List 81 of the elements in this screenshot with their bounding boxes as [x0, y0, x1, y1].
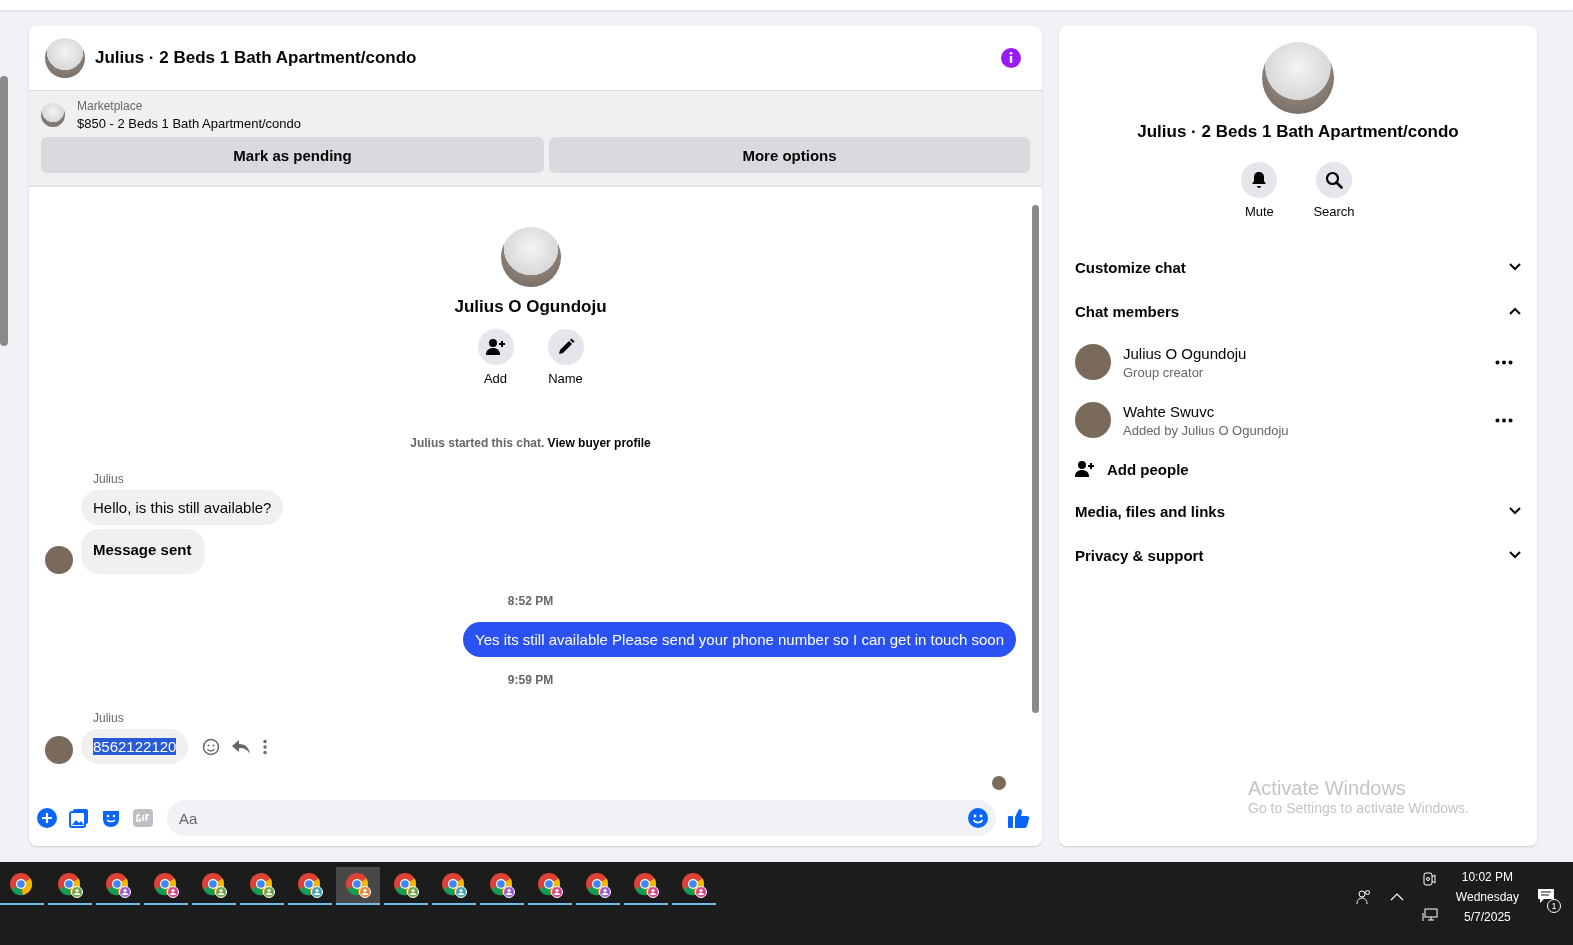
message-bubble: Message sent	[81, 529, 206, 574]
listing-title: $850 - 2 Beds 1 Bath Apartment/condo	[77, 116, 302, 131]
camera-icon[interactable]	[1421, 872, 1436, 886]
browser-icon	[441, 872, 467, 898]
more-icon[interactable]	[1495, 417, 1513, 423]
notification-count: 1	[1547, 898, 1561, 913]
sender-name: Julius	[93, 711, 124, 725]
browser-icon	[537, 872, 563, 898]
action-label: Search	[1313, 204, 1355, 219]
read-receipt-avatar	[992, 776, 1006, 790]
more-icon[interactable]	[1495, 359, 1513, 365]
timestamp: 8:52 PM	[507, 594, 554, 608]
add-person-icon	[485, 338, 506, 356]
buyer-profile-link[interactable]: View buyer profile	[547, 436, 651, 450]
image-icon[interactable]	[69, 808, 89, 828]
avatar	[1075, 402, 1111, 438]
browser-icon	[681, 872, 707, 898]
member-role: Added by Julius O Ogundoju	[1123, 422, 1290, 438]
action-label: Mute	[1244, 204, 1274, 219]
section-header[interactable]: Media, files and links	[1075, 489, 1521, 533]
search-button[interactable]	[1316, 162, 1352, 198]
browser-icon	[489, 872, 515, 898]
browser-icon	[585, 872, 611, 898]
thumbs-up-icon[interactable]	[1008, 808, 1030, 828]
conversation-title: Julius · 2 Beds 1 Bath Apartment/condo	[95, 48, 418, 68]
clock[interactable]: 10:02 PM Wednesday 5/7/2025	[1455, 870, 1519, 924]
activation-text: Go to Settings to activate Windows.	[1248, 800, 1470, 816]
member-name: Julius O Ogundoju	[1123, 344, 1248, 362]
browser-icon	[9, 872, 35, 898]
sticker-icon[interactable]	[101, 808, 121, 828]
member-role: Group creator	[1123, 364, 1205, 380]
browser-icon	[297, 872, 323, 898]
emoji-icon[interactable]	[968, 808, 988, 828]
browser-icon	[105, 872, 131, 898]
message-bubble: Yes its still available Please send your phone number so I can get in touch soon	[463, 622, 1016, 657]
section-header[interactable]: Chat members	[1075, 289, 1521, 333]
more-vertical-icon[interactable]	[262, 738, 269, 755]
caret-up-icon[interactable]	[1389, 893, 1404, 901]
network-icon[interactable]	[1421, 908, 1438, 922]
taskbar-app[interactable]	[336, 867, 380, 905]
section-header[interactable]: Customize chat	[1075, 245, 1521, 289]
plus-icon[interactable]	[37, 808, 57, 828]
bell-icon	[1251, 171, 1268, 189]
photo-placeholder	[45, 38, 85, 78]
browser-icon	[57, 872, 83, 898]
browser-icon	[249, 872, 275, 898]
add-person-icon	[1075, 460, 1095, 478]
activation-title: Activate Windows	[1248, 777, 1407, 800]
system-message: Julius started this chat. View buyer profile	[410, 436, 651, 450]
member-name: Wahte Swuvc	[1123, 402, 1216, 420]
reply-icon[interactable]	[232, 738, 251, 755]
browser-icon	[345, 872, 371, 898]
section-header[interactable]: Privacy & support	[1075, 533, 1521, 577]
timestamp: 9:59 PM	[507, 673, 554, 687]
pencil-icon	[556, 338, 575, 356]
search-icon	[1325, 171, 1343, 189]
add-people-button[interactable]: Add people	[1075, 449, 1521, 489]
listing-source: Marketplace	[77, 99, 144, 113]
chat-name: Julius O Ogundoju	[454, 297, 607, 317]
edit-name-button[interactable]	[547, 329, 584, 365]
browser-icon	[153, 872, 179, 898]
action-label: Add	[483, 371, 508, 386]
photo-placeholder	[41, 103, 65, 127]
message-bubble: 8562122120	[81, 729, 189, 764]
browser-icon	[633, 872, 659, 898]
people-icon[interactable]	[1355, 889, 1372, 905]
notification-icon[interactable]	[1537, 887, 1555, 904]
emoji-icon[interactable]	[202, 737, 221, 756]
mark-pending-button[interactable]: Mark as pending	[41, 137, 544, 173]
add-person-button[interactable]	[477, 329, 514, 365]
message-input[interactable]: Aa	[167, 800, 996, 836]
message-bubble: Hello, is this still available?	[81, 490, 284, 525]
avatar	[1075, 344, 1111, 380]
action-label: Name	[548, 371, 583, 386]
browser-icon	[201, 872, 227, 898]
more-options-button[interactable]: More options	[549, 137, 1030, 173]
sender-name: Julius	[93, 472, 124, 486]
info-icon[interactable]	[1000, 47, 1022, 69]
conversation-title: Julius · 2 Beds 1 Bath Apartment/condo	[1137, 122, 1459, 142]
mute-button[interactable]	[1241, 162, 1278, 198]
browser-icon	[393, 872, 419, 898]
